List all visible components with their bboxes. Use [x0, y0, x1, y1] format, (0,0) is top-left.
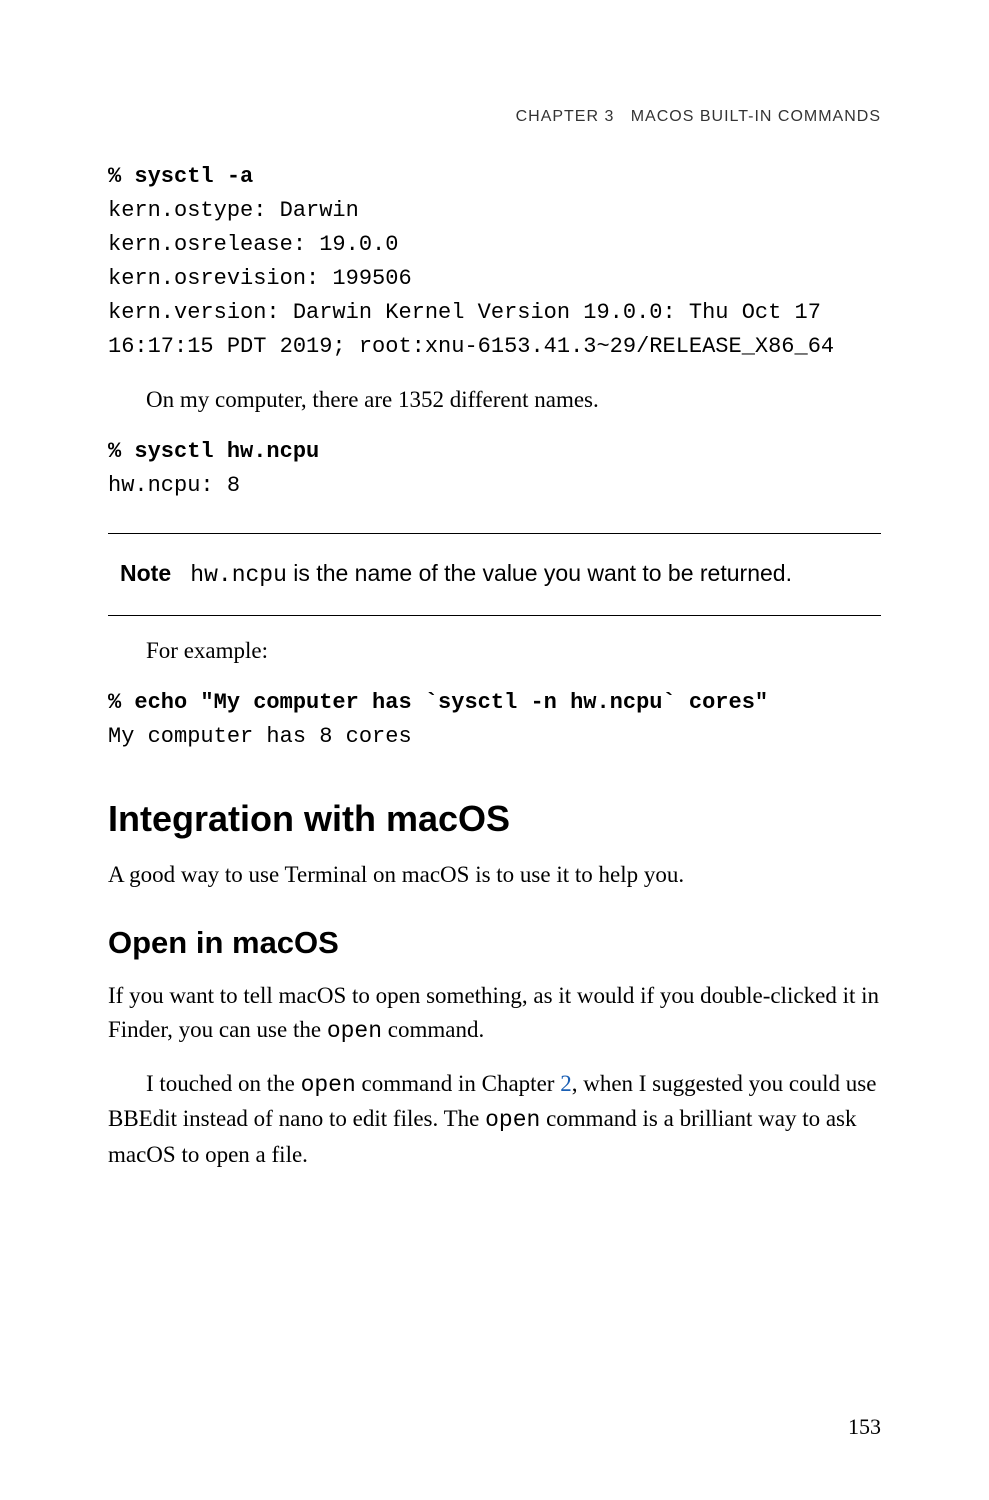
inline-code: open [327, 1018, 382, 1044]
note-inline-code: hw.ncpu [190, 562, 287, 588]
code-output: kern.ostype: Darwin [108, 198, 359, 223]
subsection-heading: Open in macOS [108, 925, 881, 961]
code-output: kern.osrevision: 199506 [108, 266, 412, 291]
paragraph: A good way to use Terminal on macOS is t… [108, 858, 881, 893]
page-number: 153 [848, 1414, 881, 1440]
chapter-number: CHAPTER 3 [516, 108, 615, 125]
inline-code: open [301, 1072, 356, 1098]
code-output: My computer has 8 cores [108, 724, 412, 749]
chapter-link[interactable]: 2 [560, 1071, 572, 1096]
page-container: CHAPTER 3 MACOS BUILT-IN COMMANDS % sysc… [0, 0, 989, 1500]
text-run: command in Chapter [356, 1071, 560, 1096]
paragraph: I touched on the open command in Chapter… [108, 1067, 881, 1173]
text-run: command. [382, 1017, 484, 1042]
note-body: is the name of the value you want to be … [287, 560, 792, 586]
command-line: % echo "My computer has `sysctl -n hw.nc… [108, 690, 768, 715]
code-output: kern.osrelease: 19.0.0 [108, 232, 398, 257]
code-block-sysctl-a: % sysctl -a kern.ostype: Darwin kern.osr… [108, 160, 881, 365]
paragraph: On my computer, there are 1352 different… [108, 383, 881, 418]
note-text: Note hw.ncpu is the name of the value yo… [108, 556, 881, 593]
note-label: Note [120, 560, 171, 586]
section-heading: Integration with macOS [108, 798, 881, 840]
code-output: kern.version: Darwin Kernel Version 19.0… [108, 300, 834, 359]
chapter-title: MACOS BUILT-IN COMMANDS [631, 108, 881, 125]
command-line: % sysctl -a [108, 164, 253, 189]
text-run: I touched on the [146, 1071, 301, 1096]
code-block-echo: % echo "My computer has `sysctl -n hw.nc… [108, 686, 881, 754]
note-callout: Note hw.ncpu is the name of the value yo… [108, 533, 881, 616]
code-block-sysctl-hwncpu: % sysctl hw.ncpu hw.ncpu: 8 [108, 435, 881, 503]
paragraph: For example: [108, 634, 881, 669]
inline-code: open [485, 1107, 540, 1133]
code-output: hw.ncpu: 8 [108, 473, 240, 498]
command-line: % sysctl hw.ncpu [108, 439, 319, 464]
text-run: If you want to tell macOS to open someth… [108, 983, 879, 1043]
running-header: CHAPTER 3 MACOS BUILT-IN COMMANDS [108, 108, 881, 126]
paragraph: If you want to tell macOS to open someth… [108, 979, 881, 1049]
